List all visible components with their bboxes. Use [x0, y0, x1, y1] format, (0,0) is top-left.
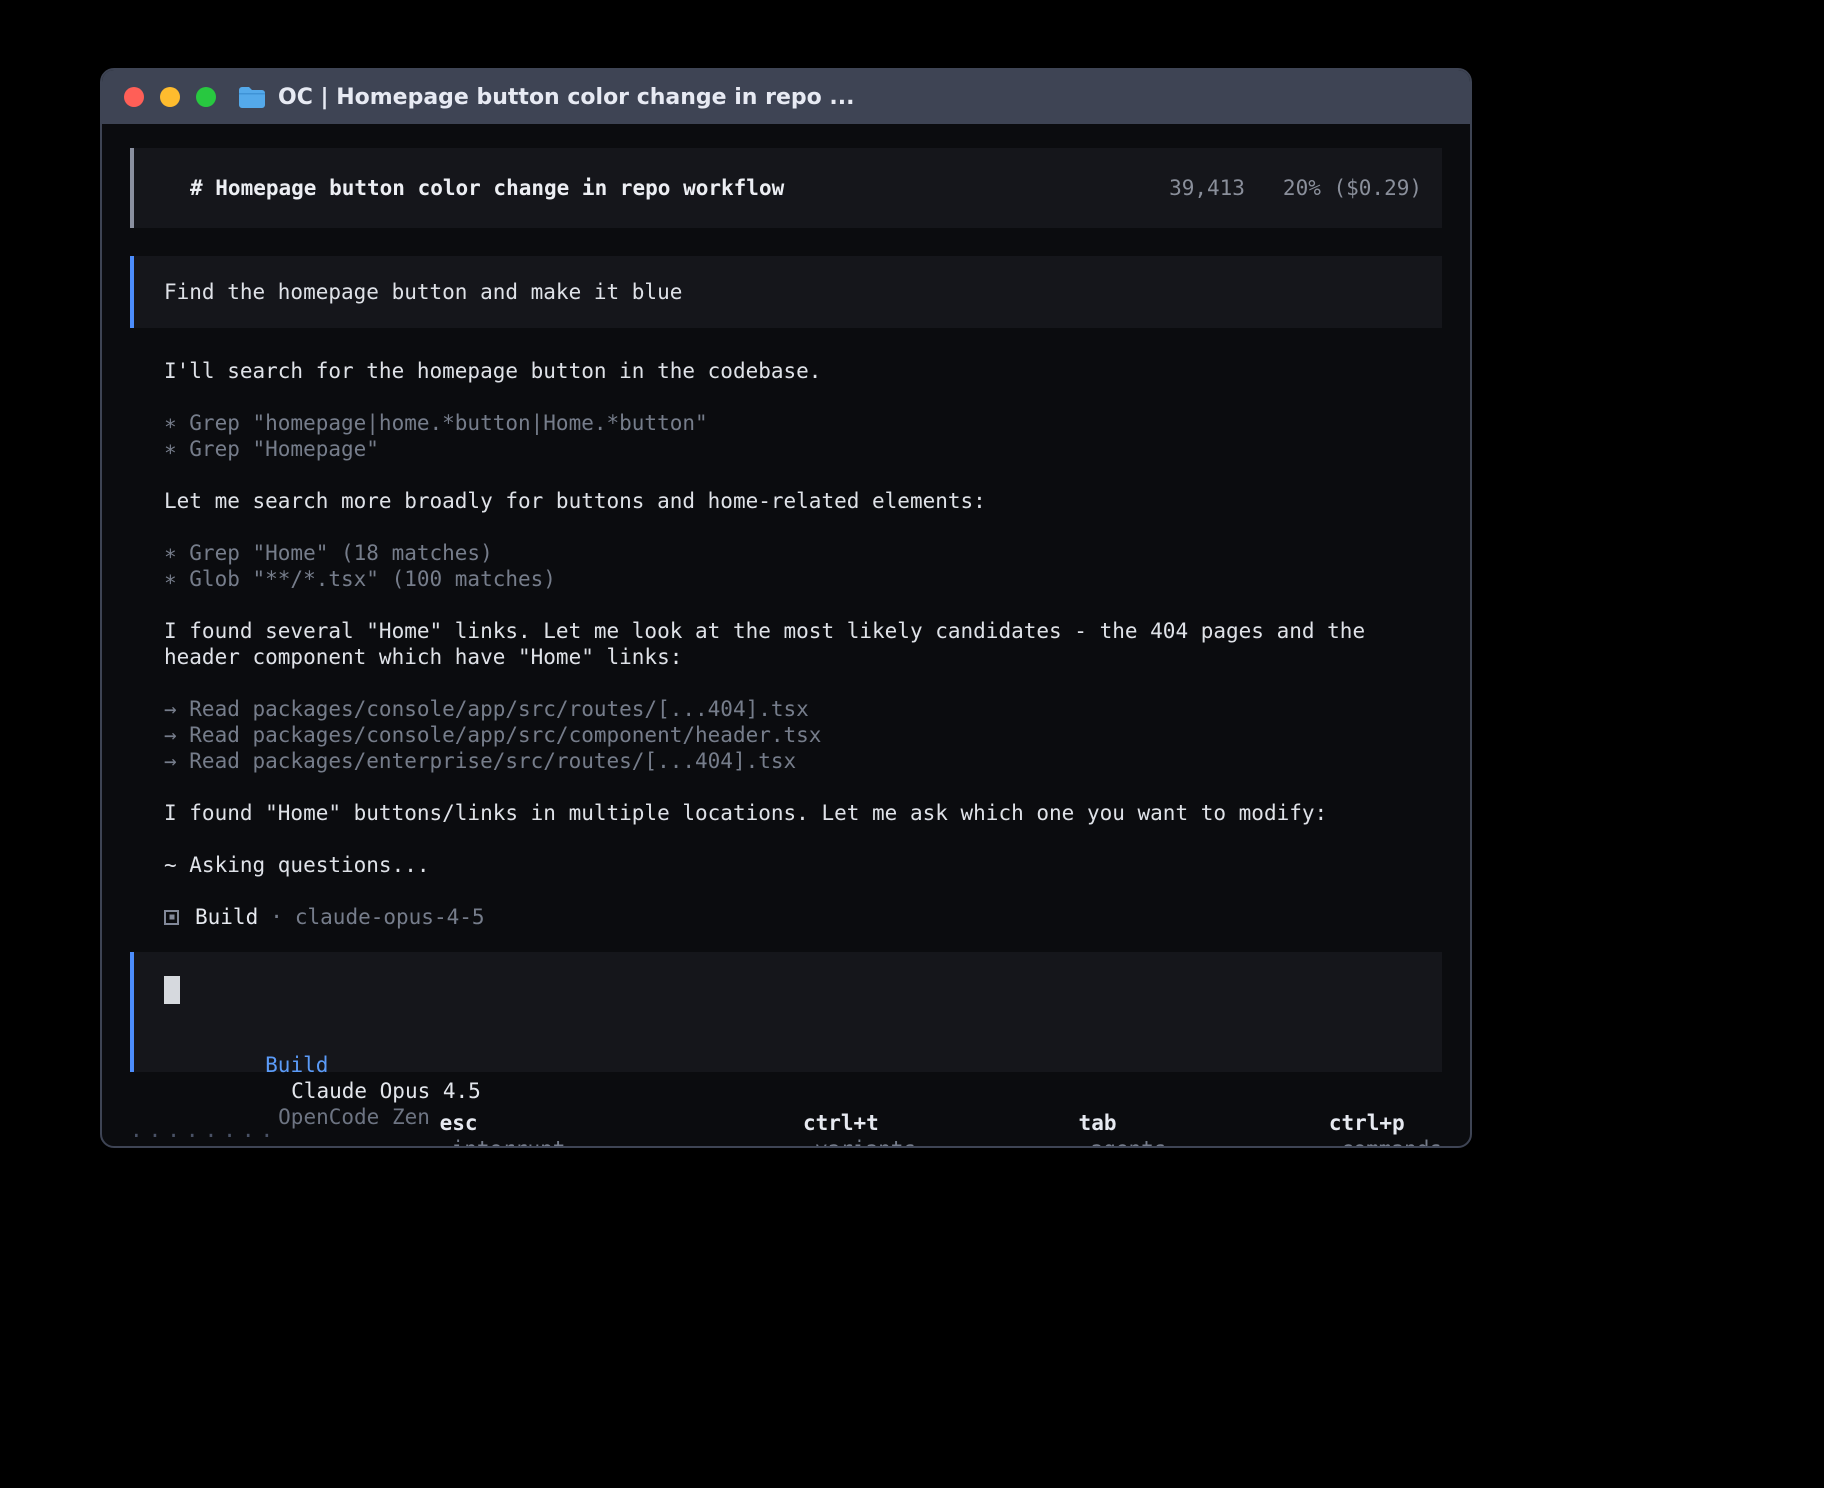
assistant-text: Let me search more broadly for buttons a…	[164, 488, 1442, 514]
folder-icon	[238, 85, 266, 109]
agent-icon	[164, 910, 179, 925]
keybind-interrupt: esc interrupt	[313, 1084, 565, 1148]
user-message-text: Find the homepage button and make it blu…	[164, 279, 682, 305]
assistant-text: I found several "Home" links. Let me loo…	[164, 618, 1442, 670]
agent-separator: ·	[270, 904, 283, 930]
assistant-text: I'll search for the homepage button in t…	[164, 358, 1442, 384]
label-interrupt: interrupt	[452, 1137, 566, 1148]
window-controls	[124, 87, 216, 107]
text-cursor	[164, 976, 180, 1004]
agent-status-line: Build · claude-opus-4-5	[164, 904, 1442, 930]
close-button[interactable]	[124, 87, 144, 107]
tool-call-group: → Read packages/console/app/src/routes/[…	[164, 696, 1442, 774]
tool-call-group: ∗ Grep "homepage|home.*button|Home.*butt…	[164, 410, 1442, 462]
token-count: 39,413	[1169, 175, 1245, 201]
tool-call-read: → Read packages/enterprise/src/routes/[.…	[164, 748, 1442, 774]
keybind-agents: tab agents	[952, 1084, 1166, 1148]
tool-call-grep: ∗ Grep "Home" (18 matches)	[164, 540, 1442, 566]
conversation: I'll search for the homepage button in t…	[164, 358, 1442, 952]
key-tab: tab	[1079, 1111, 1117, 1135]
status-bar-right: ctrl+t variants tab agents ctrl+p comman…	[641, 1084, 1442, 1148]
agent-name: Build	[195, 904, 258, 930]
key-ctrl-t: ctrl+t	[803, 1111, 879, 1135]
agent-model: claude-opus-4-5	[295, 904, 485, 930]
status-bar: ········ esc interrupt ctrl+t variants t…	[130, 1084, 1442, 1148]
minimize-button[interactable]	[160, 87, 180, 107]
window-title: OC | Homepage button color change in rep…	[278, 85, 854, 110]
tool-call-grep: ∗ Grep "Homepage"	[164, 436, 1442, 462]
prompt-input[interactable]: Build Claude Opus 4.5 OpenCode Zen	[130, 952, 1442, 1072]
tool-call-glob: ∗ Glob "**/*.tsx" (100 matches)	[164, 566, 1442, 592]
tool-call-grep: ∗ Grep "homepage|home.*button|Home.*butt…	[164, 410, 1442, 436]
key-ctrl-p: ctrl+p	[1329, 1111, 1405, 1135]
session-title: # Homepage button color change in repo w…	[190, 175, 784, 201]
titlebar[interactable]: OC | Homepage button color change in rep…	[102, 70, 1470, 124]
tool-call-group: ∗ Grep "Home" (18 matches) ∗ Glob "**/*.…	[164, 540, 1442, 592]
session-header: # Homepage button color change in repo w…	[130, 148, 1442, 228]
assistant-text: I found "Home" buttons/links in multiple…	[164, 800, 1442, 826]
label-variants: variants	[815, 1137, 916, 1148]
label-commands: commands	[1341, 1137, 1442, 1148]
status-text: ~ Asking questions...	[164, 852, 1442, 878]
agent-mode-badge[interactable]: Build	[265, 1053, 328, 1077]
status-bar-left: ········ esc interrupt	[130, 1084, 565, 1148]
tool-call-read: → Read packages/console/app/src/routes/[…	[164, 696, 1442, 722]
key-esc: esc	[440, 1111, 478, 1135]
context-usage: 20% ($0.29)	[1283, 175, 1422, 201]
tool-call-read: → Read packages/console/app/src/componen…	[164, 722, 1442, 748]
keybind-commands: ctrl+p commands	[1202, 1084, 1442, 1148]
user-message: Find the homepage button and make it blu…	[130, 256, 1442, 328]
progress-dots: ········	[130, 1123, 279, 1148]
terminal-content: # Homepage button color change in repo w…	[102, 124, 1470, 1148]
terminal-window: OC | Homepage button color change in rep…	[100, 68, 1472, 1148]
session-stats: 39,413 20% ($0.29)	[1169, 175, 1422, 201]
label-agents: agents	[1091, 1137, 1167, 1148]
zoom-button[interactable]	[196, 87, 216, 107]
keybind-variants: ctrl+t variants	[677, 1084, 917, 1148]
